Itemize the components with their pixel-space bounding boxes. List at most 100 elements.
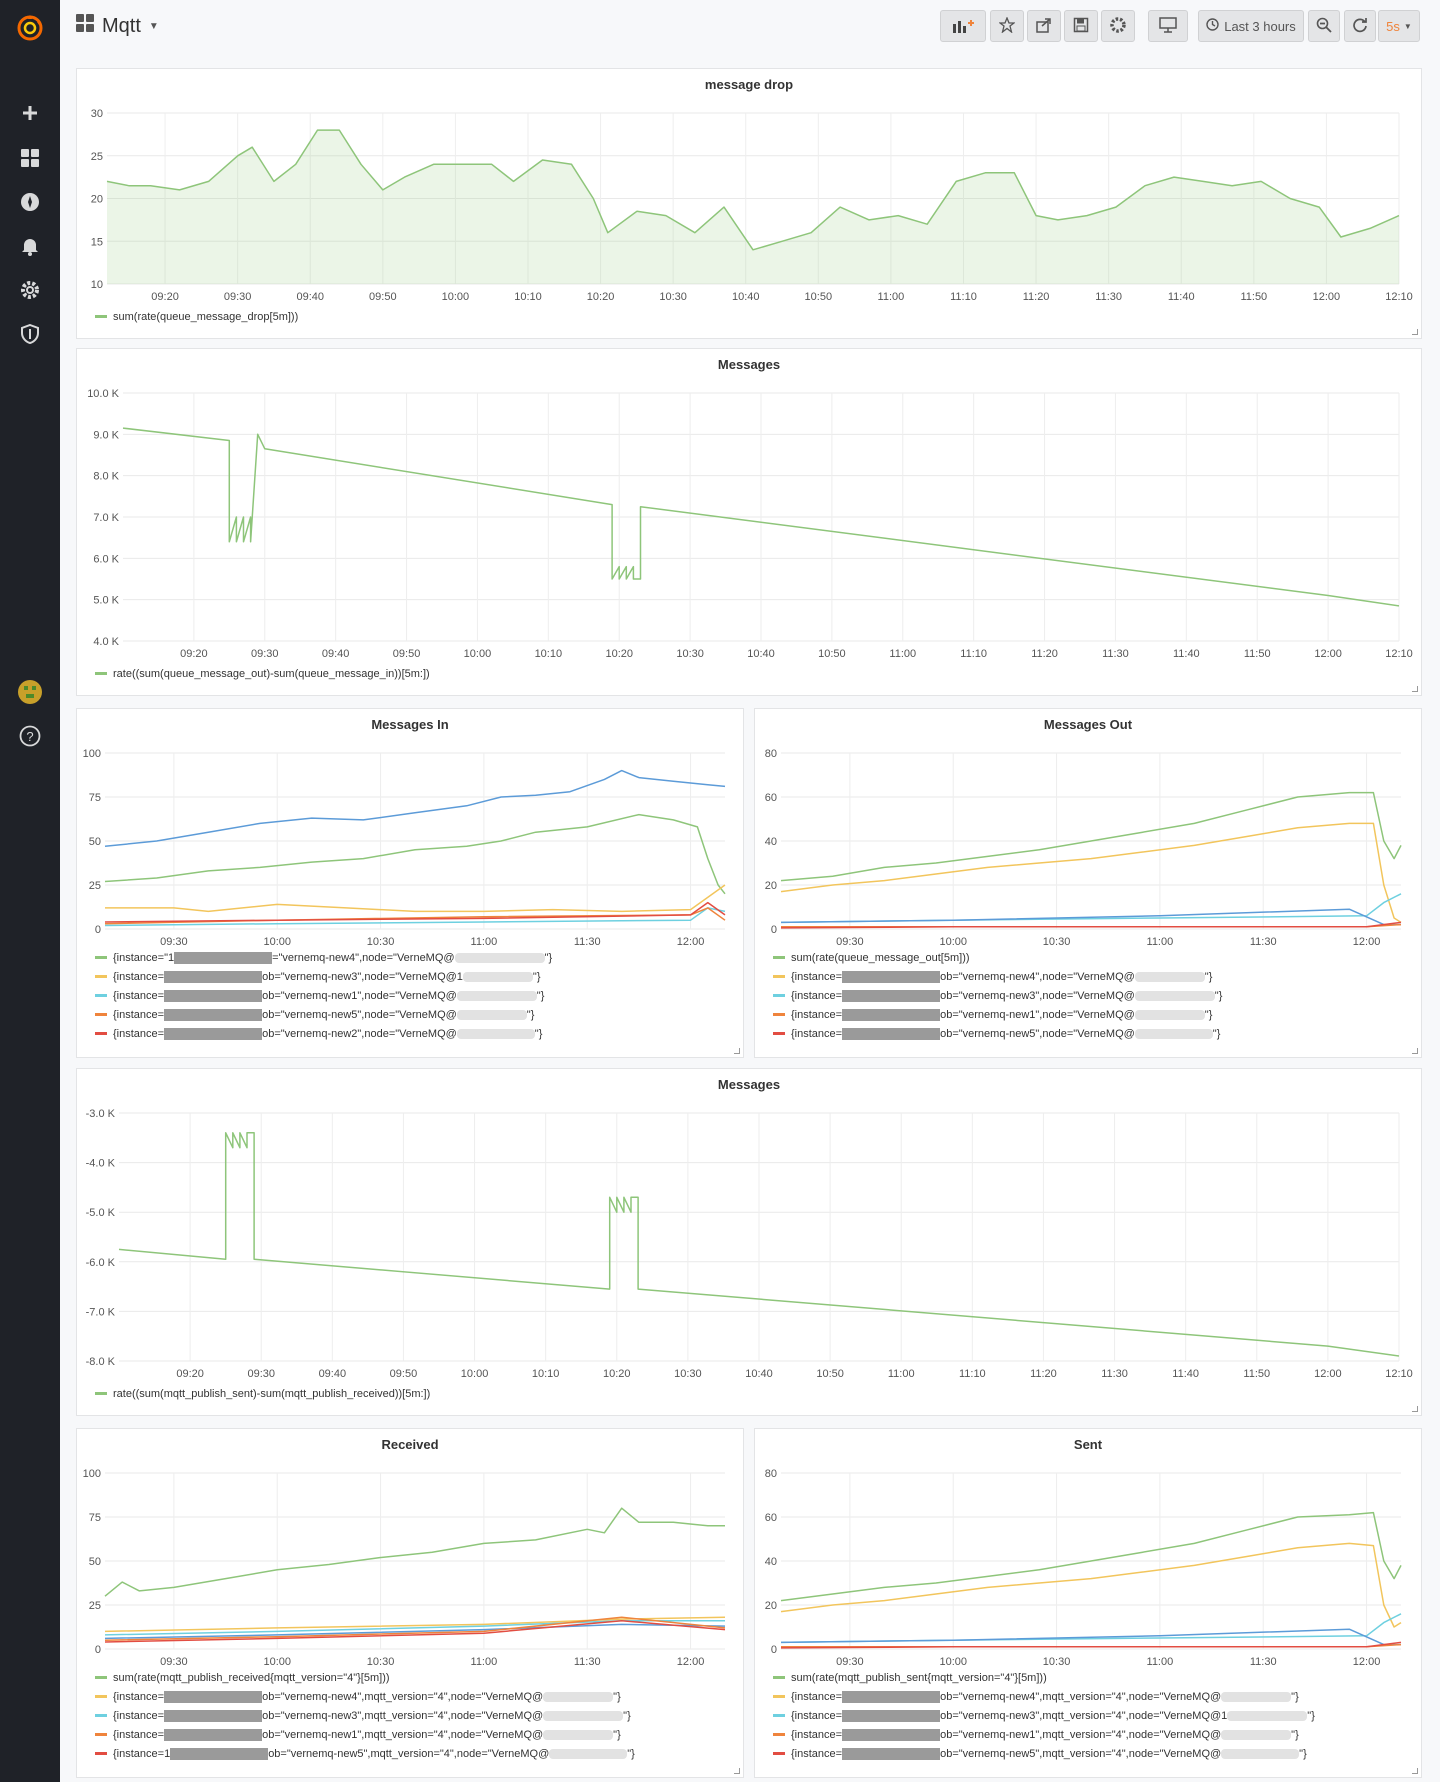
series-line-yellow[interactable] [780,1542,1402,1628]
resize-handle[interactable] [734,1048,740,1054]
x-tick-label: 11:50 [1243,1368,1270,1380]
legend-item[interactable]: {instance= ob="vernemq-new1",node="VerneM… [773,1005,1222,1024]
shield-icon[interactable] [0,312,60,356]
series-line-red[interactable] [780,1641,1402,1649]
legend-label-end: "} [1291,1690,1299,1703]
y-tick-label: 60 [765,792,777,804]
plus-icon[interactable] [0,91,60,135]
series-line-yellow[interactable] [780,822,1402,924]
legend-item[interactable]: {instance=1 ob="vernemq-new5",mqtt_versio… [95,1744,635,1763]
chart-svg[interactable]: 30 25 20 15 10 09:20 09:30 09:40 09:50 10:00 10:10… [77,69,1423,340]
legend-label: {instance= [113,1728,165,1741]
legend-item[interactable]: {instance= ob="vernemq-new5",node="VerneM… [95,1005,552,1024]
dashboards-icon[interactable] [0,136,60,180]
legend-item[interactable]: {instance= ob="vernemq-new1",mqtt_version… [95,1725,635,1744]
legend-item[interactable]: {instance= ob="vernemq-new5",node="VerneM… [773,1024,1222,1043]
time-range-picker[interactable]: Last 3 hours [1198,10,1304,42]
series-line-red[interactable] [780,921,1402,929]
series-line-blue[interactable] [104,769,726,848]
legend-swatch [95,994,107,997]
y-tick-label: 15 [91,236,103,248]
redacted-block [842,1690,941,1703]
y-tick-label: 0 [771,924,777,936]
x-tick-label: 10:30 [674,1368,702,1380]
redacted-block [164,970,263,983]
star-button[interactable] [990,10,1024,42]
resize-handle[interactable] [1412,1406,1418,1412]
legend-item[interactable]: rate((sum(mqtt_publish_sent)-sum(mqtt_pu… [95,1384,430,1403]
legend-item[interactable]: {instance= ob="vernemq-new2",node="VerneM… [95,1024,552,1043]
avatar[interactable] [0,670,60,714]
graph-panel[interactable]: Messages In 100 75 50 25 0 09:30 10:00 10:30 11:0… [76,708,744,1058]
x-tick-label: 09:40 [322,648,350,660]
legend-label-suffix: ob="vernemq-new1",mqtt_version="4",node=… [262,1728,544,1741]
gear-icon[interactable] [0,268,60,312]
save-button[interactable] [1064,10,1098,42]
resize-handle[interactable] [734,1768,740,1774]
graph-panel[interactable]: Sent 80 60 40 20 0 09:30 10:00 10:30 11:00 11:30 12… [754,1428,1422,1778]
legend-swatch [95,1714,107,1717]
refresh-interval-picker[interactable]: 5s ▼ [1378,10,1420,42]
graph-panel[interactable]: Messages -3.0 K -4.0 K -5.0 K -6.0 K -7.0 K -8… [76,1068,1422,1416]
redacted-block [842,989,941,1002]
series-line-red[interactable] [104,901,726,923]
graph-panel[interactable]: Messages 10.0 K 9.0 K 8.0 K 7.0 K 6.0 K 5.0 K4… [76,348,1422,696]
legend-item[interactable]: {instance="1 ="vernemq-new4",node="VerneM… [95,948,552,967]
legend-item[interactable]: {instance= ob="vernemq-new5",mqtt_version… [773,1744,1315,1763]
series-line-green[interactable] [104,1507,725,1597]
dashboard-picker[interactable]: Mqtt ▼ [76,14,159,38]
x-tick-label: 10:20 [603,1368,631,1380]
series-line-blue[interactable] [104,1623,726,1640]
series-line-yellow[interactable] [105,884,726,913]
legend-item[interactable]: {instance= ob="vernemq-new3",mqtt_version… [95,1706,635,1725]
legend-label: {instance= [791,1747,843,1760]
legend-swatch [773,994,785,997]
legend-item[interactable]: {instance= ob="vernemq-new3",mqtt_version… [773,1706,1315,1725]
series-line-green[interactable] [780,1511,1402,1602]
tv-mode-button[interactable] [1148,10,1188,42]
blurred-block [1134,1009,1205,1020]
resize-handle[interactable] [1412,686,1418,692]
legend-item[interactable]: {instance= ob="vernemq-new1",node="VerneM… [95,986,552,1005]
x-tick-label: 12:10 [1385,291,1413,303]
legend-item[interactable]: sum(rate(queue_message_drop[5m])) [95,307,298,326]
zoom-out-button[interactable] [1308,10,1340,42]
graph-panel[interactable]: Received 100 75 50 25 0 09:30 10:00 10:30 11:00 11… [76,1428,744,1778]
legend-label-end: "} [1204,1008,1213,1021]
legend-item[interactable]: {instance= ob="vernemq-new4",mqtt_version… [773,1687,1315,1706]
explore-icon[interactable] [0,180,60,224]
chart-svg[interactable]: 10.0 K 9.0 K 8.0 K 7.0 K 6.0 K 5.0 K 4.0 K 09:2… [77,349,1423,697]
help-icon[interactable]: ? [0,714,60,758]
legend-item[interactable]: {instance= ob="vernemq-new4",mqtt_version… [95,1687,635,1706]
refresh-interval-label: 5s [1386,18,1400,34]
legend: sum(rate(mqtt_publish_received{mqtt_vers… [95,1668,635,1763]
resize-handle[interactable] [1412,1768,1418,1774]
legend-item[interactable]: {instance= ob="vernemq-new1",mqtt_version… [773,1725,1315,1744]
legend: rate((sum(mqtt_publish_sent)-sum(mqtt_pu… [95,1384,430,1403]
graph-panel[interactable]: Messages Out 80 60 40 20 0 09:30 10:00 10:30 11:0… [754,708,1422,1058]
legend-label-end: "} [613,1690,621,1703]
share-button[interactable] [1027,10,1061,42]
refresh-button[interactable] [1344,10,1376,42]
series-line-green[interactable] [780,791,1402,882]
graph-panel[interactable]: message drop 30 25 20 15 10 09:20 09:30 09:40 09:… [76,68,1422,339]
legend-item[interactable]: sum(rate(queue_message_out[5m])) [773,948,1222,967]
bell-icon[interactable] [0,224,60,268]
series-line-cyan[interactable] [780,893,1402,924]
resize-handle[interactable] [1412,1048,1418,1054]
legend-item[interactable]: rate((sum(queue_message_out)-sum(queue_m… [95,664,430,683]
series-line-green[interactable] [104,813,726,895]
legend-item[interactable]: {instance= ob="vernemq-new3",node="VerneM… [773,986,1222,1005]
series-line-cyan[interactable] [780,1613,1402,1644]
legend-item[interactable]: sum(rate(mqtt_publish_received{mqtt_vers… [95,1668,635,1687]
legend-item[interactable]: {instance= ob="vernemq-new3",node="VerneM… [95,967,552,986]
settings-button[interactable] [1101,10,1135,42]
chart-svg[interactable]: -3.0 K -4.0 K -5.0 K -6.0 K -7.0 K -8.0 K 09:2… [77,1069,1423,1417]
add-panel-button[interactable] [940,10,986,42]
resize-handle[interactable] [1412,329,1418,335]
legend-item[interactable]: {instance= ob="vernemq-new4",node="VerneM… [773,967,1222,986]
grafana-logo-icon[interactable] [0,4,60,52]
legend-item[interactable]: sum(rate(mqtt_publish_sent{mqtt_version=… [773,1668,1315,1687]
x-tick-label: 10:00 [464,648,492,660]
dashboard-grid-icon [76,14,94,38]
